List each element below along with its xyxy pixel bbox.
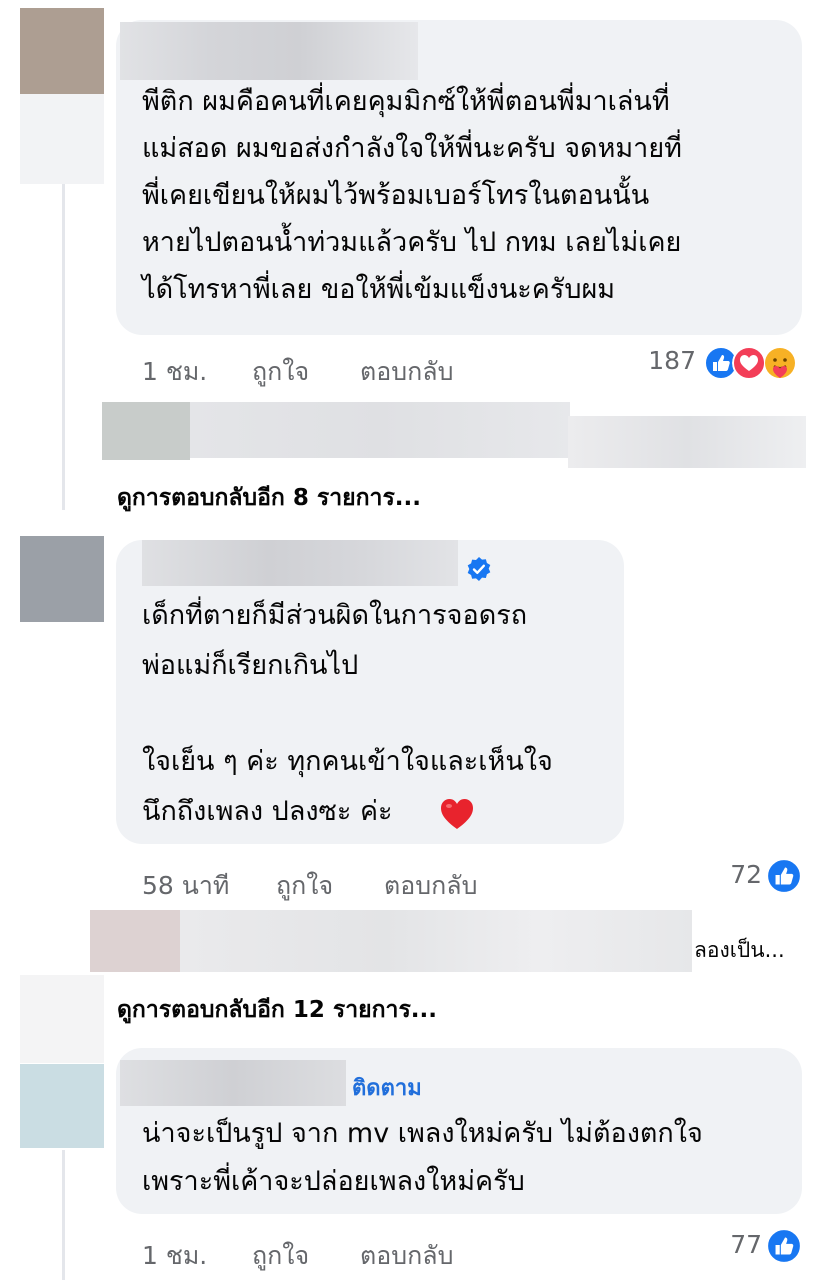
redacted-reply-preview xyxy=(568,416,806,468)
verified-badge-icon xyxy=(467,557,491,581)
comment-timestamp[interactable]: 1 ชม. xyxy=(142,352,207,392)
avatar-border xyxy=(20,94,104,184)
love-icon xyxy=(732,346,766,380)
reaction-count[interactable]: 187 xyxy=(620,346,696,375)
like-button[interactable]: ถูกใจ xyxy=(276,866,333,906)
redacted-reply-preview xyxy=(102,402,190,460)
comment-line: หายไปตอนน้ำท่วมแล้วครับ ไป กทม เลยไม่เคย xyxy=(142,227,682,258)
redacted-author-name xyxy=(120,1060,346,1106)
view-more-replies-link[interactable]: ดูการตอบกลับอีก 12 รายการ... xyxy=(117,992,437,1028)
like-button[interactable]: ถูกใจ xyxy=(252,1236,309,1276)
comment-line: เพราะพี่เค้าจะปล่อยเพลงใหม่ครับ xyxy=(142,1166,525,1197)
thread-line xyxy=(62,1150,65,1280)
comment-line: พีติก ผมคือคนที่เคยคุมมิกซ์ให้พี่ตอนพี่ม… xyxy=(142,86,670,117)
comment-line: พ่อแม่ก็เรียกเกินไป xyxy=(142,650,359,681)
reaction-count[interactable]: 77 xyxy=(700,1230,762,1259)
like-icon[interactable] xyxy=(766,1228,802,1264)
red-heart-emoji xyxy=(441,799,473,829)
redacted-author-name xyxy=(142,540,458,586)
redacted-author-name xyxy=(120,22,418,80)
comment-line: แม่สอด ผมขอส่งกำลังใจให้พี่นะครับ จดหมาย… xyxy=(142,133,682,164)
comment-line: ใจเย็น ๆ ค่ะ ทุกคนเข้าใจและเห็นใจ xyxy=(142,746,553,777)
redacted-reply-preview xyxy=(180,910,692,972)
reply-button[interactable]: ตอบกลับ xyxy=(360,352,453,392)
comment-line: เด็กที่ตายก็มีส่วนผิดในการจอดรถ xyxy=(142,600,528,631)
comment-line: น่าจะเป็นรูป จาก mv เพลงใหม่ครับ ไม่ต้อง… xyxy=(142,1118,703,1149)
avatar-placeholder xyxy=(20,975,104,1063)
avatar[interactable] xyxy=(20,1064,104,1148)
comment-line: นึกถึงเพลง ปลงซะ ค่ะ xyxy=(142,796,393,827)
comment-timestamp[interactable]: 58 นาที xyxy=(142,866,229,906)
follow-button[interactable]: ติดตาม xyxy=(352,1070,422,1105)
comment-line: พี่เคยเขียนให้ผมไว้พร้อมเบอร์โทรในตอนนั้… xyxy=(142,180,650,211)
comment-timestamp[interactable]: 1 ชม. xyxy=(142,1236,207,1276)
avatar[interactable] xyxy=(20,536,104,622)
care-icon xyxy=(765,348,795,378)
avatar[interactable] xyxy=(20,8,104,94)
reply-preview-text[interactable]: ลองเป็น... xyxy=(694,934,785,967)
like-icon[interactable] xyxy=(766,858,802,894)
reply-button[interactable]: ตอบกลับ xyxy=(360,1236,453,1276)
comment-line: ได้โทรหาพี่เลย ขอให้พี่เข้มแข็งนะครับผม xyxy=(142,274,616,305)
reaction-count[interactable]: 72 xyxy=(700,860,762,889)
thread-line xyxy=(62,180,65,510)
reply-button[interactable]: ตอบกลับ xyxy=(384,866,477,906)
view-more-replies-link[interactable]: ดูการตอบกลับอีก 8 รายการ... xyxy=(117,480,421,516)
redacted-reply-preview xyxy=(90,910,180,972)
redacted-reply-preview xyxy=(190,402,570,458)
like-button[interactable]: ถูกใจ xyxy=(252,352,309,392)
